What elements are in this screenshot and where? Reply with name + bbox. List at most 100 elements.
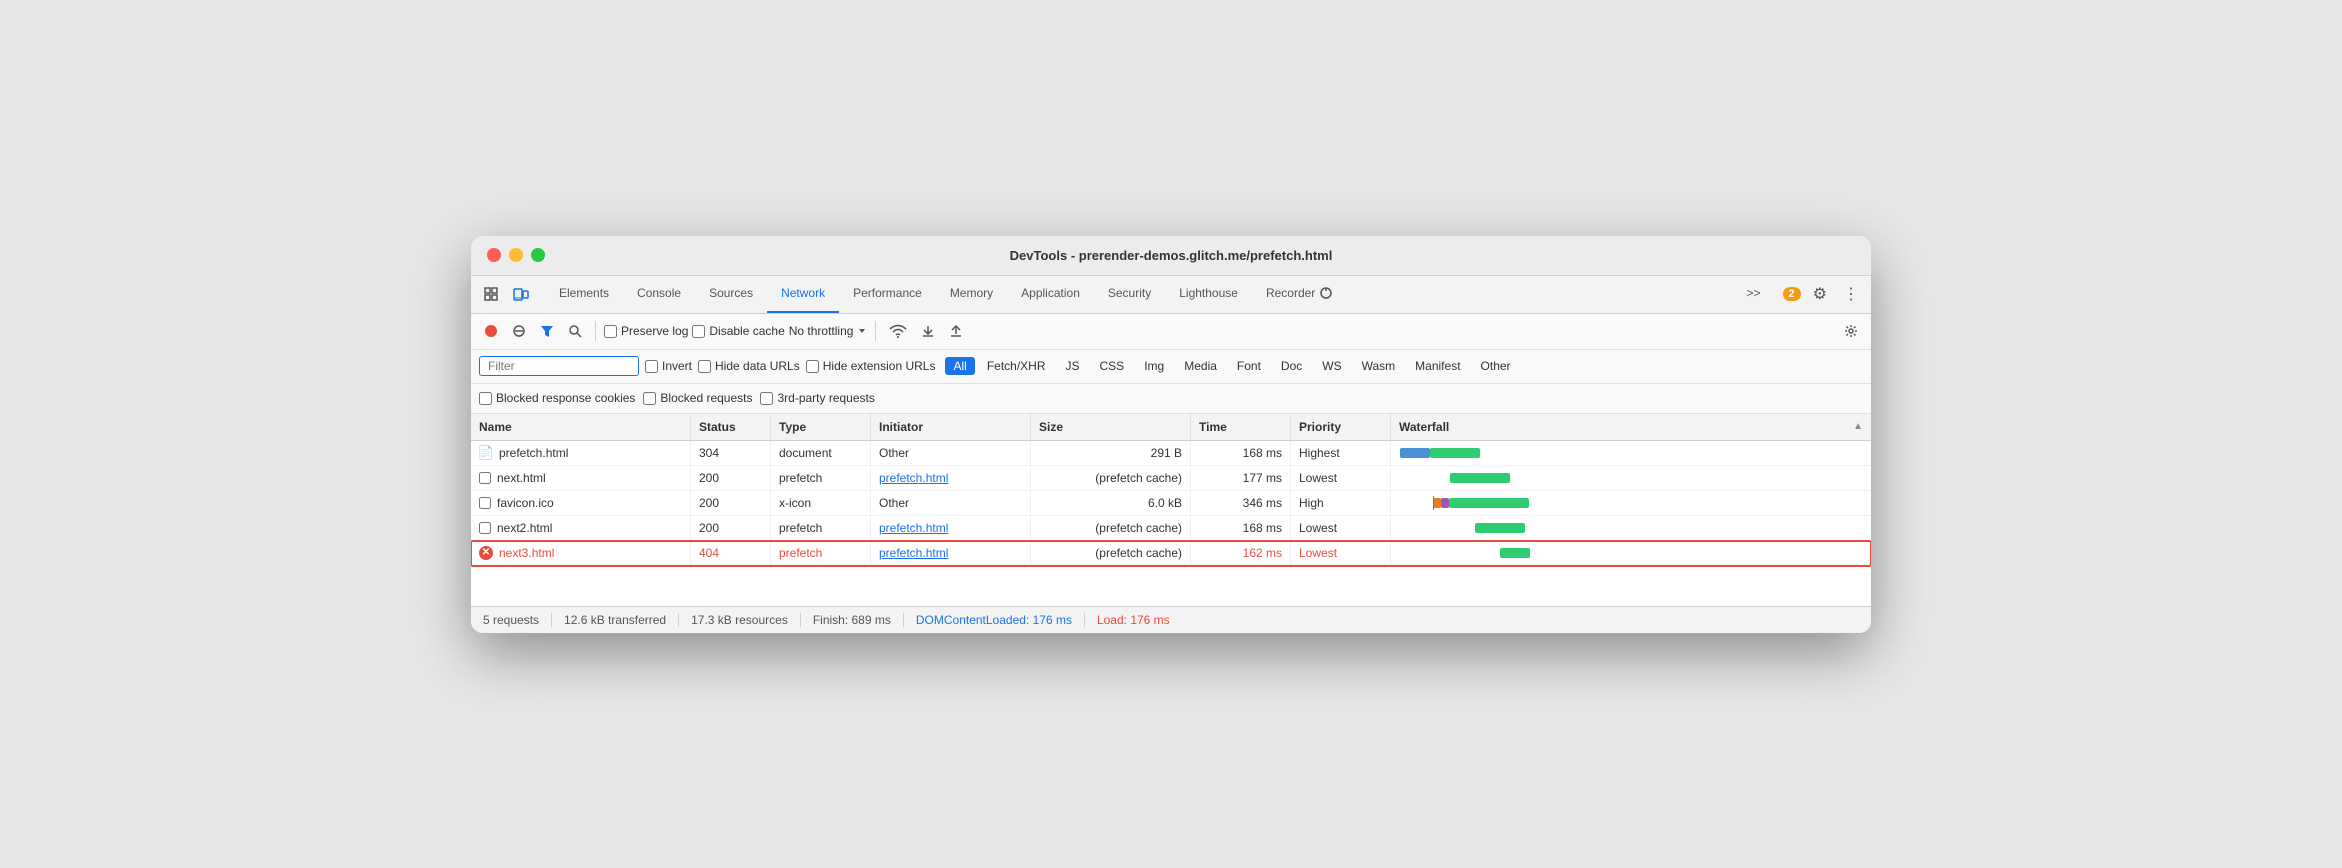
row-name: 📄 prefetch.html (471, 441, 691, 465)
row-initiator[interactable]: prefetch.html (871, 466, 1031, 490)
network-settings-icon[interactable] (1839, 321, 1863, 341)
filter-tag-all[interactable]: All (945, 357, 974, 375)
row-time: 346 ms (1191, 491, 1291, 515)
header-name[interactable]: Name (471, 414, 691, 440)
window-title: DevTools - prerender-demos.glitch.me/pre… (1010, 248, 1333, 263)
import-icon[interactable] (916, 321, 940, 341)
inspect-icon[interactable] (479, 282, 503, 306)
disable-cache-checkbox[interactable] (692, 325, 705, 338)
tab-memory[interactable]: Memory (936, 275, 1007, 313)
filter-tag-js[interactable]: JS (1058, 357, 1088, 375)
blocked-requests-checkbox[interactable] (643, 392, 656, 405)
filter-tag-doc[interactable]: Doc (1273, 357, 1310, 375)
table-row[interactable]: next2.html 200 prefetch prefetch.html (p… (471, 516, 1871, 541)
filter-tags: All Fetch/XHR JS CSS Img Media Font Doc … (945, 357, 1518, 375)
hide-data-urls-checkbox[interactable] (698, 360, 711, 373)
filter-tag-font[interactable]: Font (1229, 357, 1269, 375)
close-button[interactable] (487, 248, 501, 262)
header-type[interactable]: Type (771, 414, 871, 440)
hide-data-urls-label[interactable]: Hide data URLs (698, 359, 800, 373)
filter-icon[interactable] (535, 321, 559, 341)
tab-performance[interactable]: Performance (839, 275, 936, 313)
preserve-log-label[interactable]: Preserve log (604, 324, 688, 338)
tab-lighthouse[interactable]: Lighthouse (1165, 275, 1252, 313)
chevron-down-icon (857, 326, 867, 336)
tab-elements[interactable]: Elements (545, 275, 623, 313)
header-initiator[interactable]: Initiator (871, 414, 1031, 440)
table-row-error[interactable]: ✕ next3.html 404 prefetch prefetch.html … (471, 541, 1871, 566)
row-size: 291 B (1031, 441, 1191, 465)
row-type: prefetch (771, 516, 871, 540)
row-checkbox[interactable] (479, 522, 491, 534)
filter-tag-ws[interactable]: WS (1314, 357, 1349, 375)
filter-tag-other[interactable]: Other (1473, 357, 1519, 375)
blocked-cookies-checkbox[interactable] (479, 392, 492, 405)
record-button[interactable] (479, 321, 503, 341)
filter-tag-img[interactable]: Img (1136, 357, 1172, 375)
table-row[interactable]: favicon.ico 200 x-icon Other 6.0 kB 346 … (471, 491, 1871, 516)
filter-tag-css[interactable]: CSS (1092, 357, 1133, 375)
tab-application[interactable]: Application (1007, 275, 1094, 313)
disable-cache-label[interactable]: Disable cache (692, 324, 784, 338)
blocked-requests-label[interactable]: Blocked requests (643, 391, 752, 405)
footer-dom-content-loaded: DOMContentLoaded: 176 ms (904, 613, 1085, 627)
header-status[interactable]: Status (691, 414, 771, 440)
tab-network[interactable]: Network (767, 275, 839, 313)
row-name: next.html (471, 466, 691, 490)
filter-tag-media[interactable]: Media (1176, 357, 1225, 375)
row-time: 168 ms (1191, 516, 1291, 540)
preserve-log-checkbox[interactable] (604, 325, 617, 338)
row-waterfall (1391, 441, 1871, 465)
tab-sources[interactable]: Sources (695, 275, 767, 313)
third-party-label[interactable]: 3rd-party requests (760, 391, 874, 405)
header-time[interactable]: Time (1191, 414, 1291, 440)
toolbar-separator-2 (875, 321, 876, 341)
row-initiator[interactable]: prefetch.html (871, 541, 1031, 565)
table-row[interactable]: 📄 prefetch.html 304 document Other 291 B… (471, 441, 1871, 466)
maximize-button[interactable] (531, 248, 545, 262)
settings-icon[interactable]: ⚙ (1809, 280, 1831, 308)
table-row[interactable]: next.html 200 prefetch prefetch.html (pr… (471, 466, 1871, 491)
name-cell: next.html (479, 471, 682, 485)
wifi-icon[interactable] (884, 321, 912, 341)
name-cell: favicon.ico (479, 496, 682, 510)
more-options-icon[interactable]: ⋮ (1839, 280, 1863, 308)
hide-extension-urls-checkbox[interactable] (806, 360, 819, 373)
throttle-dropdown[interactable]: No throttling (789, 324, 868, 338)
search-button[interactable] (563, 321, 587, 341)
network-toolbar: Preserve log Disable cache No throttling (471, 314, 1871, 350)
row-type: prefetch (771, 466, 871, 490)
header-priority[interactable]: Priority (1291, 414, 1391, 440)
toolbar-separator-1 (595, 321, 596, 341)
table-body: 📄 prefetch.html 304 document Other 291 B… (471, 441, 1871, 606)
invert-checkbox[interactable] (645, 360, 658, 373)
filter-tag-manifest[interactable]: Manifest (1407, 357, 1468, 375)
filter-tag-fetchxhr[interactable]: Fetch/XHR (979, 357, 1054, 375)
blocked-cookies-label[interactable]: Blocked response cookies (479, 391, 635, 405)
invert-label[interactable]: Invert (645, 359, 692, 373)
header-size[interactable]: Size (1031, 414, 1191, 440)
tab-recorder[interactable]: Recorder (1252, 275, 1347, 313)
row-checkbox[interactable] (479, 497, 491, 509)
row-size: (prefetch cache) (1031, 541, 1191, 565)
clear-button[interactable] (507, 321, 531, 341)
filter-input[interactable] (479, 356, 639, 376)
export-icon[interactable] (944, 321, 968, 341)
name-cell: ✕ next3.html (479, 546, 682, 560)
row-priority: Lowest (1291, 541, 1391, 565)
row-type: x-icon (771, 491, 871, 515)
third-party-checkbox[interactable] (760, 392, 773, 405)
empty-space (471, 566, 1871, 606)
device-icon[interactable] (509, 282, 533, 306)
row-checkbox[interactable] (479, 472, 491, 484)
row-status: 200 (691, 466, 771, 490)
more-tabs-button[interactable]: >> (1733, 275, 1775, 313)
header-waterfall[interactable]: Waterfall ▲ (1391, 414, 1871, 440)
filter-tag-wasm[interactable]: Wasm (1354, 357, 1404, 375)
minimize-button[interactable] (509, 248, 523, 262)
hide-extension-urls-label[interactable]: Hide extension URLs (806, 359, 936, 373)
tab-security[interactable]: Security (1094, 275, 1165, 313)
tab-console[interactable]: Console (623, 275, 695, 313)
row-initiator[interactable]: prefetch.html (871, 516, 1031, 540)
table-header: Name Status Type Initiator Size Time Pri… (471, 414, 1871, 441)
